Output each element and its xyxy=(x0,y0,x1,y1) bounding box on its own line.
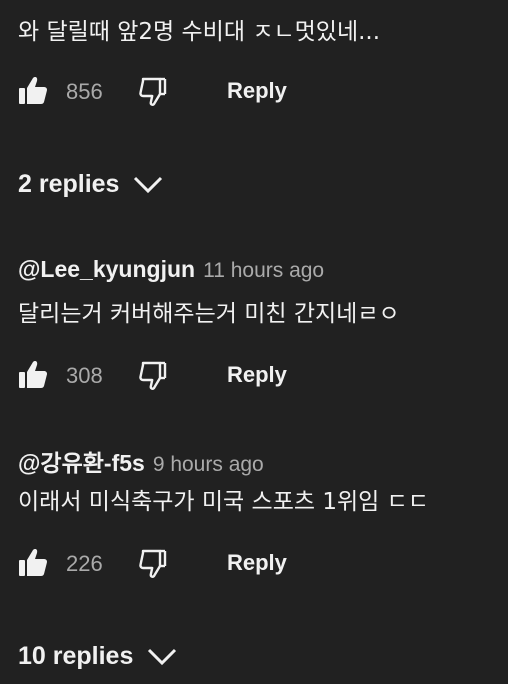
thumbs-up-icon[interactable] xyxy=(18,547,48,579)
comment-timestamp[interactable]: 11 hours ago xyxy=(203,259,324,282)
thumbs-down-icon[interactable] xyxy=(138,547,168,579)
comment-timestamp[interactable]: 9 hours ago xyxy=(153,453,264,476)
thumbs-down-icon[interactable] xyxy=(138,359,168,391)
comment-action-bar: 856 Reply xyxy=(18,75,488,111)
reply-author-line: @강유환-f5s 9 hours ago xyxy=(18,444,264,476)
thumbs-up-icon[interactable] xyxy=(18,359,48,391)
chevron-down-icon xyxy=(134,176,163,194)
like-count: 308 xyxy=(66,363,103,388)
replies-count-label: 10 replies xyxy=(18,641,134,670)
author-handle[interactable]: @강유환-f5s xyxy=(18,450,145,476)
like-count: 226 xyxy=(66,551,103,576)
chevron-down-icon xyxy=(148,648,177,666)
reply-button[interactable]: Reply xyxy=(227,78,287,104)
like-count: 856 xyxy=(66,79,103,104)
author-handle[interactable]: @Lee_kyungjun xyxy=(18,256,195,282)
reply-action-bar: 308 Reply xyxy=(18,359,488,395)
show-replies-button[interactable]: 10 replies xyxy=(18,639,177,673)
reply-author-line: @Lee_kyungjun 11 hours ago xyxy=(18,256,324,284)
reply-button[interactable]: Reply xyxy=(227,550,287,576)
show-replies-button[interactable]: 2 replies xyxy=(18,167,163,201)
replies-count-label: 2 replies xyxy=(18,169,120,198)
comment-text: 와 달릴때 앞2명 수비대 ㅈㄴ멋있네... xyxy=(18,19,381,45)
reply-text: 이래서 미식축구가 미국 스포츠 1위임 ㄷㄷ xyxy=(18,489,429,515)
thumbs-down-icon[interactable] xyxy=(138,75,168,107)
clipped-text-remnant xyxy=(18,0,218,2)
reply-text: 달리는거 커버해주는거 미친 간지네ㄹㅇ xyxy=(18,301,400,327)
reply-button[interactable]: Reply xyxy=(227,362,287,388)
reply-action-bar: 226 Reply xyxy=(18,547,488,583)
thumbs-up-icon[interactable] xyxy=(18,75,48,107)
